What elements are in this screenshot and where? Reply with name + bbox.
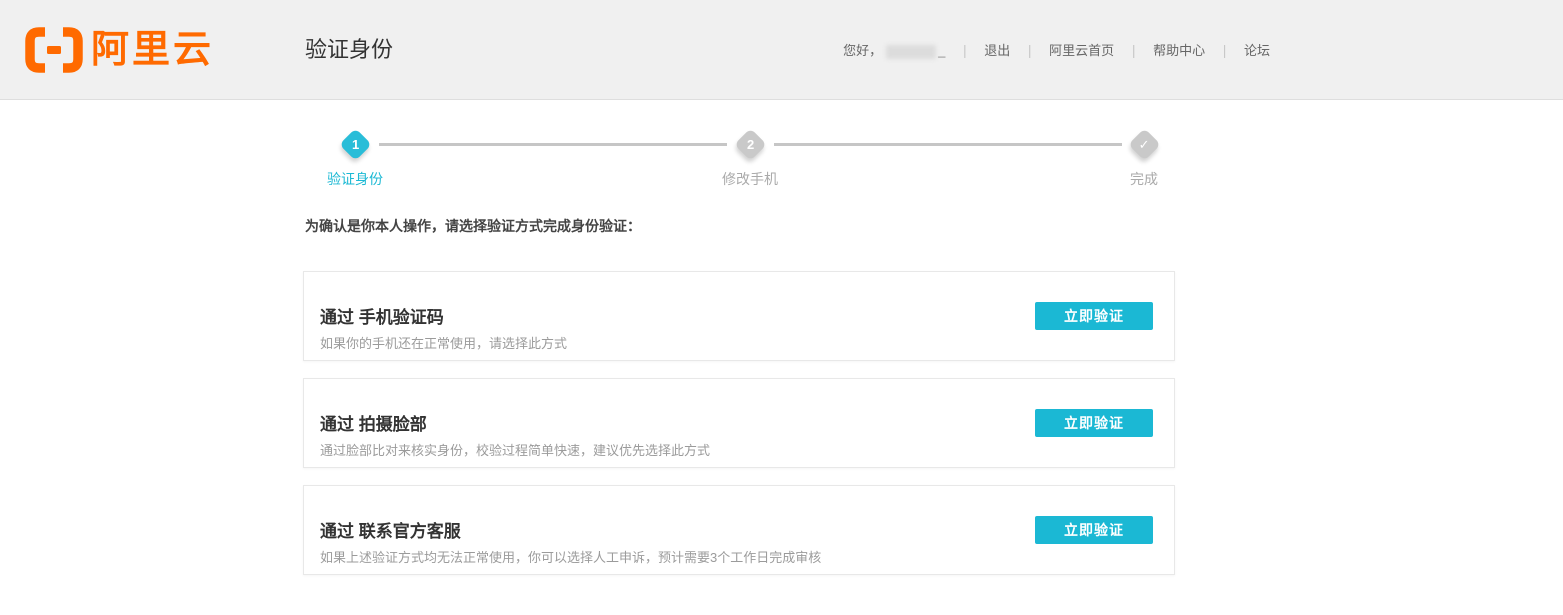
verify-now-button-sms[interactable]: 立即验证 — [1035, 302, 1153, 330]
step-connector-line — [379, 143, 727, 146]
step-3-diamond: ✓ — [1128, 128, 1161, 161]
step-1-diamond: 1 — [339, 128, 372, 161]
nav-link-forum[interactable]: 论坛 — [1244, 43, 1270, 58]
step-1-number: 1 — [352, 137, 359, 152]
instruction-text: 为确认是你本人操作，请选择验证方式完成身份验证： — [305, 216, 1563, 236]
nav-divider: | — [1223, 0, 1227, 100]
step-2-number: 2 — [747, 137, 754, 152]
greeting-text: 您好， — [843, 43, 882, 58]
progress-stepper: 1 2 ✓ 验证身份 修改手机 完成 — [0, 129, 1563, 191]
check-icon: ✓ — [1139, 137, 1150, 153]
nav-link-aliyun-home[interactable]: 阿里云首页 — [1049, 43, 1114, 58]
aliyun-brackets-icon — [25, 27, 83, 73]
option-title: 通过 联系官方客服 — [320, 517, 461, 542]
verify-now-button-customer-service[interactable]: 立即验证 — [1035, 516, 1153, 544]
verify-now-button-face[interactable]: 立即验证 — [1035, 409, 1153, 437]
option-title: 通过 拍摄脸部 — [320, 410, 427, 435]
step-3-label: 完成 — [1084, 169, 1204, 189]
option-card-customer-service: 通过 联系官方客服 如果上述验证方式均无法正常使用，你可以选择人工申诉，预计需要… — [303, 485, 1175, 575]
option-description: 如果你的手机还在正常使用，请选择此方式 — [320, 333, 567, 352]
option-description: 通过脸部比对来核实身份，校验过程简单快速，建议优先选择此方式 — [320, 440, 710, 459]
option-description: 如果上述验证方式均无法正常使用，你可以选择人工申诉，预计需要3个工作日完成审核 — [320, 547, 821, 566]
username-suffix: _ — [938, 43, 945, 58]
step-2-label: 修改手机 — [690, 169, 810, 189]
nav-link-logout[interactable]: 退出 — [984, 43, 1010, 58]
aliyun-logo-text: 阿里云 — [91, 27, 214, 73]
aliyun-logo[interactable]: 阿里云 — [25, 27, 214, 73]
step-2-diamond: 2 — [734, 128, 767, 161]
step-1-label: 验证身份 — [295, 169, 415, 189]
nav-divider: | — [1132, 0, 1136, 100]
page-header: 阿里云 验证身份 您好， _ | 退出 | 阿里云首页 | 帮助中心 | 论坛 — [0, 0, 1563, 100]
top-nav: 您好， _ | 退出 | 阿里云首页 | 帮助中心 | 论坛 — [843, 0, 1270, 101]
username-redacted — [886, 45, 936, 59]
nav-divider: | — [1028, 0, 1032, 100]
nav-divider: | — [963, 0, 967, 100]
step-connector-line — [774, 143, 1122, 146]
option-card-face: 通过 拍摄脸部 通过脸部比对来核实身份，校验过程简单快速，建议优先选择此方式 立… — [303, 378, 1175, 468]
nav-link-help-center[interactable]: 帮助中心 — [1153, 43, 1205, 58]
option-card-sms: 通过 手机验证码 如果你的手机还在正常使用，请选择此方式 立即验证 — [303, 271, 1175, 361]
page-title: 验证身份 — [305, 0, 393, 100]
option-title: 通过 手机验证码 — [320, 303, 444, 328]
